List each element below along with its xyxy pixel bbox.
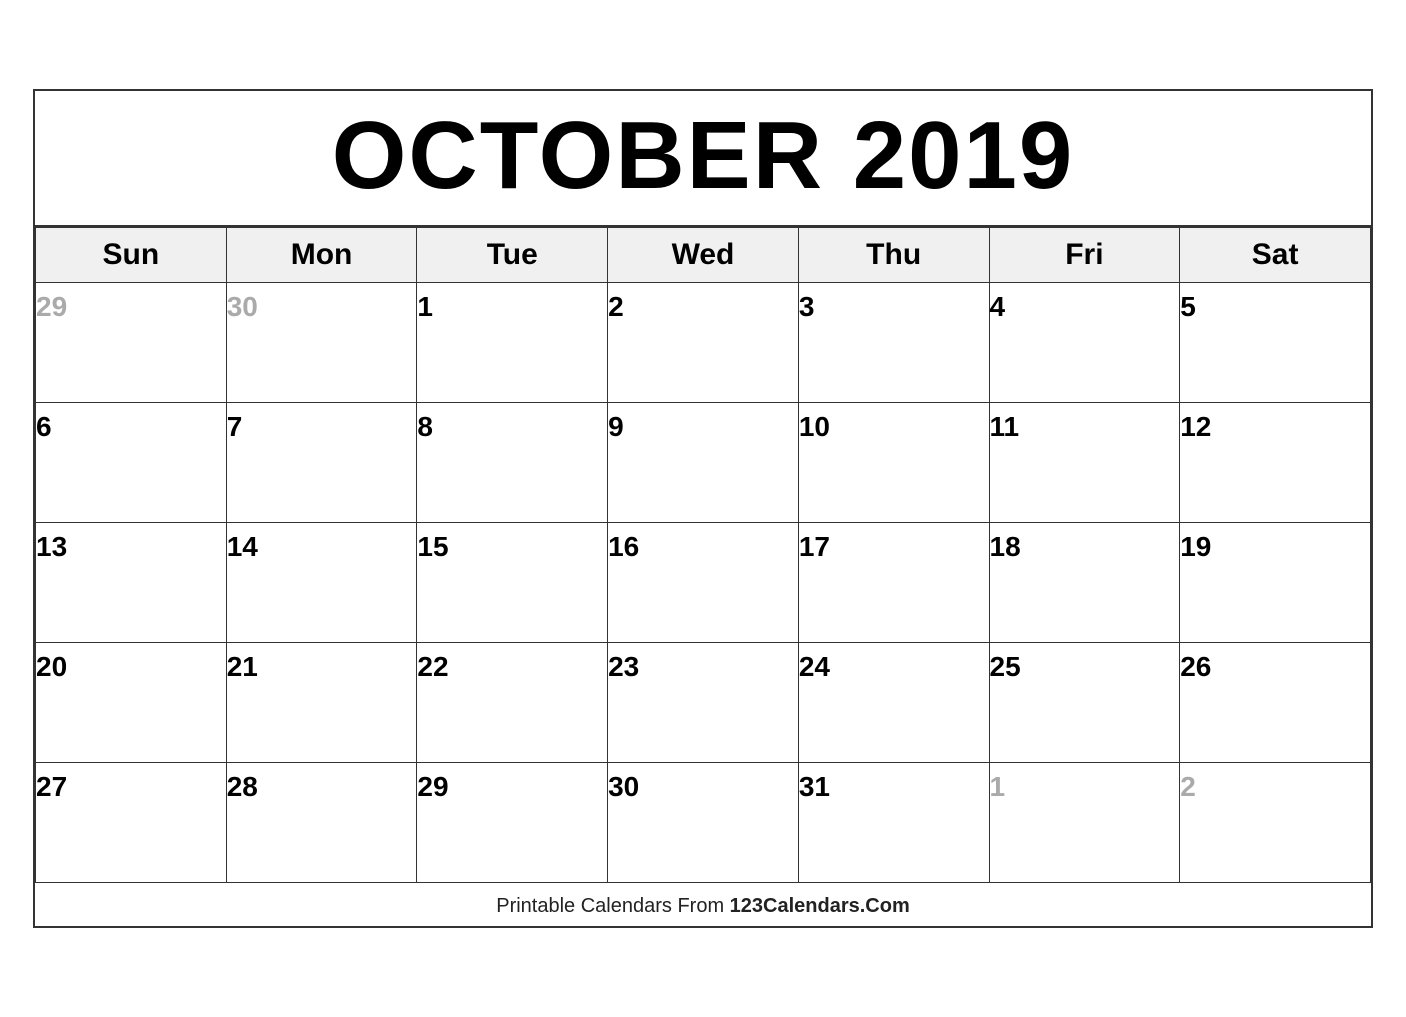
day-number: 27 (36, 771, 67, 802)
calendar-container: OCTOBER 2019 SunMonTueWedThuFriSat 29301… (33, 89, 1373, 928)
day-cell: 7 (226, 403, 417, 523)
day-cell: 2 (608, 283, 799, 403)
day-cell: 1 (417, 283, 608, 403)
day-number: 22 (417, 651, 448, 682)
day-cell: 29 (36, 283, 227, 403)
week-row-3: 13 14 15 16 17 18 19 (36, 523, 1371, 643)
day-cell: 18 (989, 523, 1180, 643)
day-number: 19 (1180, 531, 1211, 562)
days-header-row: SunMonTueWedThuFriSat (36, 228, 1371, 283)
day-number: 6 (36, 411, 52, 442)
day-number: 2 (608, 291, 624, 322)
day-number: 5 (1180, 291, 1196, 322)
footer-text-bold: 123Calendars.Com (730, 895, 910, 917)
day-cell: 9 (608, 403, 799, 523)
day-number: 11 (990, 411, 1020, 442)
day-header-sat: Sat (1180, 228, 1371, 283)
week-row-5: 27 28 29 30 31 1 2 (36, 763, 1371, 883)
day-number: 14 (227, 531, 258, 562)
footer: Printable Calendars From 123Calendars.Co… (35, 883, 1371, 926)
day-cell: 3 (798, 283, 989, 403)
day-header-sun: Sun (36, 228, 227, 283)
day-number: 29 (36, 291, 67, 322)
day-cell: 22 (417, 643, 608, 763)
calendar-title: OCTOBER 2019 (35, 91, 1371, 227)
day-cell: 31 (798, 763, 989, 883)
day-number: 8 (417, 411, 433, 442)
day-cell: 6 (36, 403, 227, 523)
footer-text-plain: Printable Calendars From (496, 895, 729, 917)
day-cell: 15 (417, 523, 608, 643)
day-number: 21 (227, 651, 258, 682)
day-number: 17 (799, 531, 830, 562)
day-number: 30 (227, 291, 258, 322)
day-cell: 28 (226, 763, 417, 883)
day-number: 12 (1180, 411, 1211, 442)
day-number: 30 (608, 771, 639, 802)
day-header-tue: Tue (417, 228, 608, 283)
day-cell: 30 (608, 763, 799, 883)
day-cell: 4 (989, 283, 1180, 403)
day-cell: 20 (36, 643, 227, 763)
day-number: 26 (1180, 651, 1211, 682)
day-number: 1 (990, 771, 1006, 802)
day-number: 24 (799, 651, 830, 682)
day-number: 10 (799, 411, 830, 442)
day-cell: 13 (36, 523, 227, 643)
day-number: 31 (799, 771, 830, 802)
day-cell: 23 (608, 643, 799, 763)
day-number: 1 (417, 291, 433, 322)
day-cell: 12 (1180, 403, 1371, 523)
day-cell: 26 (1180, 643, 1371, 763)
day-cell: 19 (1180, 523, 1371, 643)
day-cell: 11 (989, 403, 1180, 523)
day-number: 16 (608, 531, 639, 562)
day-cell: 24 (798, 643, 989, 763)
calendar-grid: SunMonTueWedThuFriSat 293012345678910111… (35, 227, 1371, 883)
day-header-mon: Mon (226, 228, 417, 283)
day-number: 28 (227, 771, 258, 802)
day-number: 29 (417, 771, 448, 802)
day-cell: 25 (989, 643, 1180, 763)
day-number: 4 (990, 291, 1006, 322)
day-header-wed: Wed (608, 228, 799, 283)
day-cell: 21 (226, 643, 417, 763)
day-cell: 30 (226, 283, 417, 403)
week-row-1: 29 30 1 2 3 4 5 (36, 283, 1371, 403)
day-number: 23 (608, 651, 639, 682)
day-number: 15 (417, 531, 448, 562)
day-number: 20 (36, 651, 67, 682)
day-cell: 27 (36, 763, 227, 883)
day-cell: 10 (798, 403, 989, 523)
day-cell: 14 (226, 523, 417, 643)
day-cell: 16 (608, 523, 799, 643)
day-cell: 17 (798, 523, 989, 643)
day-number: 3 (799, 291, 815, 322)
day-number: 13 (36, 531, 67, 562)
day-number: 18 (990, 531, 1021, 562)
day-number: 7 (227, 411, 243, 442)
week-row-4: 20 21 22 23 24 25 26 (36, 643, 1371, 763)
day-header-fri: Fri (989, 228, 1180, 283)
day-number: 2 (1180, 771, 1196, 802)
day-cell: 29 (417, 763, 608, 883)
day-cell: 1 (989, 763, 1180, 883)
week-row-2: 6 7 8 9 10 11 12 (36, 403, 1371, 523)
day-cell: 5 (1180, 283, 1371, 403)
day-cell: 2 (1180, 763, 1371, 883)
day-header-thu: Thu (798, 228, 989, 283)
day-number: 9 (608, 411, 624, 442)
day-number: 25 (990, 651, 1021, 682)
day-cell: 8 (417, 403, 608, 523)
